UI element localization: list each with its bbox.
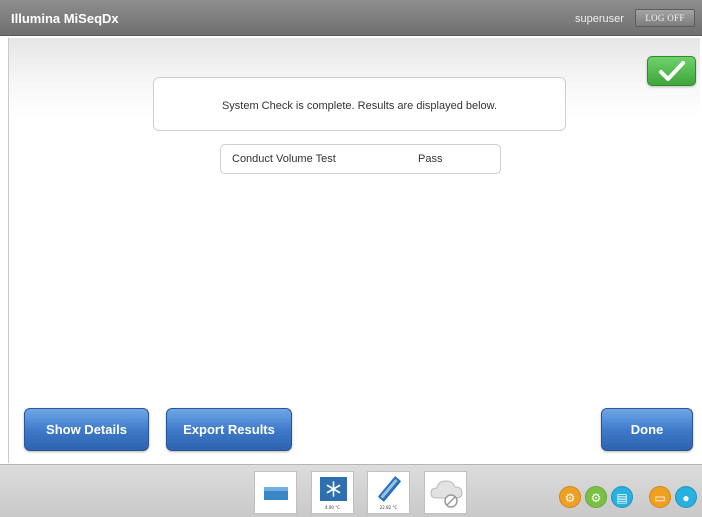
complete-check-button[interactable] <box>647 56 696 86</box>
status-message: System Check is complete. Results are di… <box>221 100 498 112</box>
gear-icon[interactable]: ⚙ <box>559 486 581 508</box>
app-title: Illumina MiSeqDx <box>11 11 119 26</box>
flow-cell-icon <box>264 487 288 500</box>
done-button[interactable]: Done <box>601 408 693 451</box>
gear-icon[interactable]: ⚙ <box>585 486 607 508</box>
show-details-button[interactable]: Show Details <box>24 408 149 451</box>
status-message-box: System Check is complete. Results are di… <box>153 77 566 131</box>
export-results-button[interactable]: Export Results <box>166 408 292 451</box>
result-status: Pass <box>418 153 443 165</box>
result-row: Conduct Volume Test Pass <box>220 144 501 174</box>
server-icon[interactable]: ▤ <box>611 486 633 508</box>
flow-cell-temperature-tile[interactable]: 22.82 °C <box>367 471 410 514</box>
network-tile[interactable] <box>424 471 467 514</box>
network-disconnected-icon <box>430 480 463 508</box>
logoff-button[interactable]: LOG OFF <box>635 9 695 27</box>
checkmark-icon <box>659 61 685 81</box>
username-label: superuser <box>575 13 624 25</box>
flow-cell-temperature: 22.82 °C <box>379 505 398 510</box>
chiller-temperature: 4.00 °C <box>325 505 340 510</box>
flow-cell-tile[interactable] <box>254 471 297 514</box>
reagent-chiller-tile[interactable]: 4.00 °C <box>311 471 354 514</box>
result-test-name: Conduct Volume Test <box>232 153 336 165</box>
folder-icon[interactable]: ▭ <box>649 486 671 508</box>
title-bar: Illumina MiSeqDx superuser LOG OFF <box>0 0 702 36</box>
water-drop-icon[interactable]: ● <box>675 486 697 508</box>
